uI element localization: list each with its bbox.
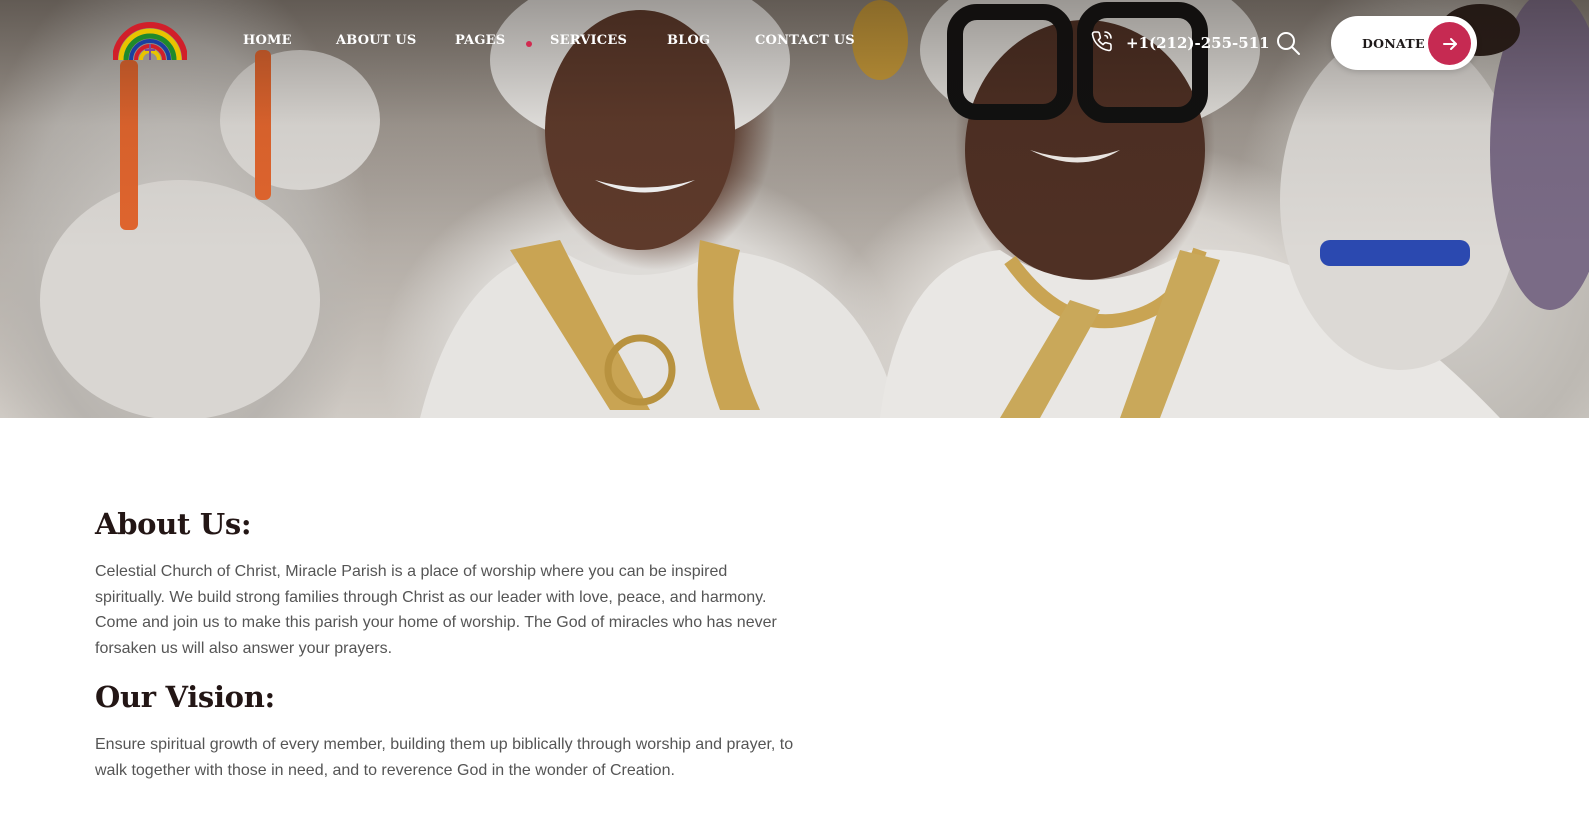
about-heading: About Us: — [95, 507, 252, 541]
rainbow-church-logo-icon[interactable] — [112, 20, 188, 64]
nav-item-services[interactable]: SERVICES — [550, 33, 627, 48]
nav-item-blog[interactable]: BLOG — [667, 33, 710, 48]
search-icon[interactable] — [1275, 30, 1301, 56]
nav-item-pages[interactable]: PAGES — [455, 33, 505, 48]
donate-label: DONATE — [1362, 36, 1425, 51]
site-header: HOME ABOUT US PAGES SERVICES BLOG CONTAC… — [0, 0, 1589, 90]
nav-item-contact-us[interactable]: CONTACT US — [755, 33, 855, 48]
phone-link[interactable]: +1(212)-255-511 — [1090, 28, 1270, 58]
phone-icon — [1090, 29, 1114, 57]
nav-item-about-us[interactable]: ABOUT US — [336, 33, 417, 48]
nav-item-home[interactable]: HOME — [243, 33, 292, 48]
nav-dropdown-dot-icon — [526, 41, 532, 47]
phone-number: +1(212)-255-511 — [1126, 34, 1270, 52]
arrow-right-icon — [1428, 22, 1471, 65]
vision-paragraph: Ensure spiritual growth of every member,… — [95, 736, 794, 779]
vision-heading: Our Vision: — [95, 680, 275, 714]
about-paragraph: Celestial Church of Christ, Miracle Pari… — [95, 563, 777, 657]
donate-button[interactable]: DONATE — [1331, 16, 1477, 70]
